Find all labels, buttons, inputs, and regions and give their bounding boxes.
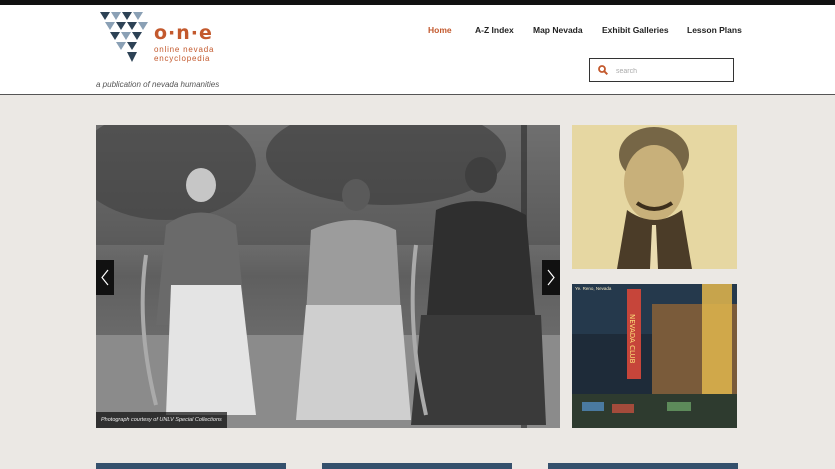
nevada-club-sign: NEVADA CLUB [628, 314, 636, 364]
chevron-right-icon [547, 269, 555, 286]
section-bar-3 [548, 463, 738, 469]
logo-subtitle-line2: encyclopedia [154, 54, 211, 63]
section-bar-1 [96, 463, 286, 469]
slider-next-button[interactable] [542, 260, 560, 295]
nav-map-nevada[interactable]: Map Nevada [533, 25, 583, 35]
site-header: o·n·e online nevada encyclopedia a publi… [0, 5, 835, 95]
hero-photo [96, 125, 560, 428]
search-box[interactable] [589, 58, 734, 82]
tagline: a publication of nevada humanities [96, 80, 220, 89]
postcard-label: Ye. Reno, Nevada [575, 286, 612, 291]
search-input[interactable] [614, 63, 728, 79]
hero-slider [96, 125, 560, 428]
logo-wordmark: o·n·e [154, 22, 213, 44]
featured-image-portrait[interactable] [572, 125, 737, 269]
nav-lesson-plans[interactable]: Lesson Plans [687, 25, 742, 35]
logo-subtitle-line1: online nevada [154, 45, 215, 54]
section-bar-2 [322, 463, 512, 469]
nav-home[interactable]: Home [428, 25, 452, 35]
nevada-club-postcard: NEVADA CLUB [572, 284, 737, 428]
chevron-left-icon [101, 269, 109, 286]
search-icon[interactable] [598, 65, 608, 75]
photo-caption: Photograph courtesy of UNLV Special Coll… [96, 412, 227, 428]
nav-exhibit-galleries[interactable]: Exhibit Galleries [602, 25, 669, 35]
featured-image-nevada-club[interactable]: NEVADA CLUB Ye. Reno, Nevada [572, 284, 737, 428]
logo-triangles-icon [100, 12, 148, 62]
portrait-photo [572, 125, 737, 269]
site-logo[interactable]: o·n·e online nevada encyclopedia [100, 12, 260, 72]
slider-prev-button[interactable] [96, 260, 114, 295]
nav-a-z-index[interactable]: A-Z Index [475, 25, 514, 35]
